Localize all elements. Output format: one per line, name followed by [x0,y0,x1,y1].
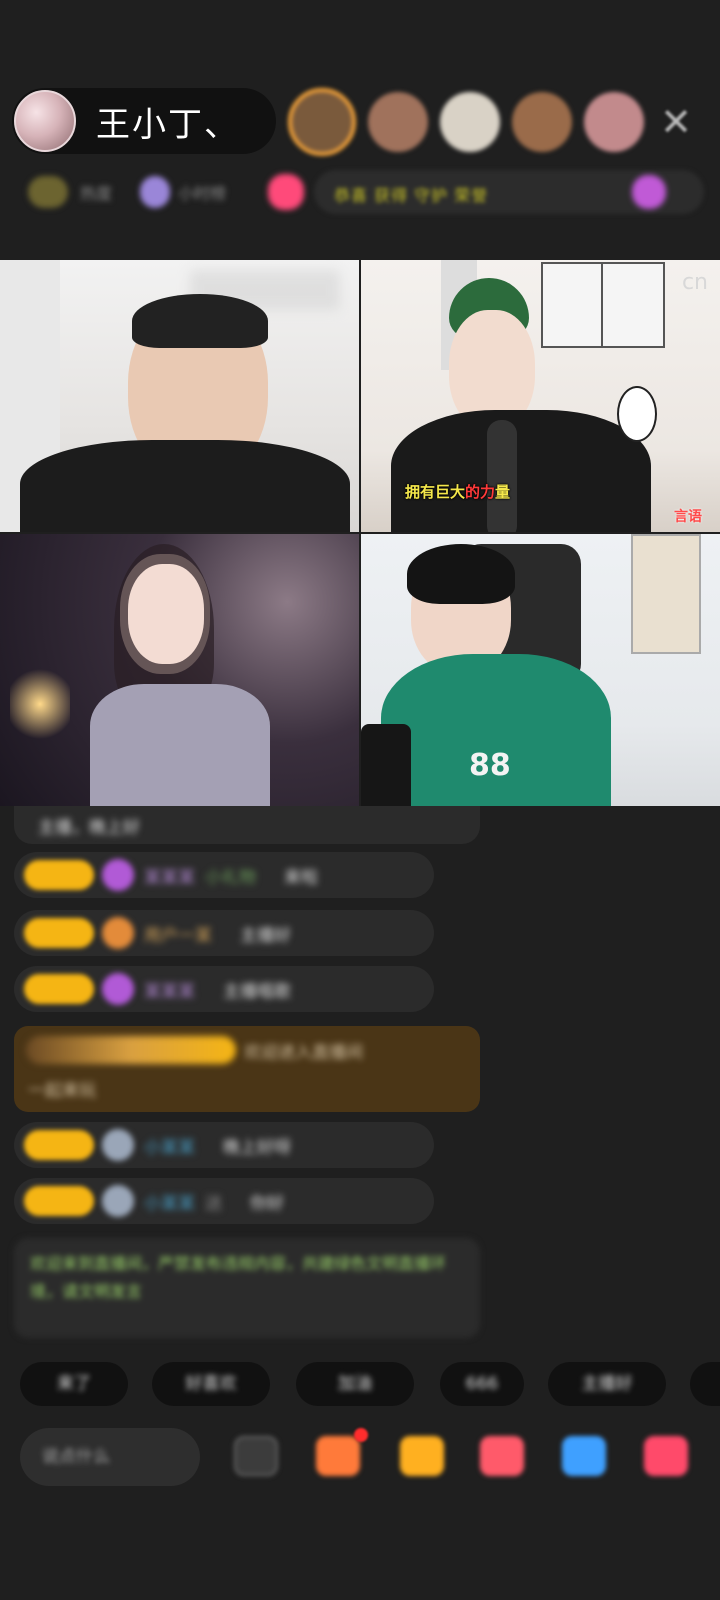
chat-username[interactable]: 某某某 [144,977,195,1002]
viewer-avatar-list [288,88,644,156]
level-badge [24,974,94,1004]
chat-message[interactable]: 某某某 小礼物 来啦 [14,852,434,898]
viewer-avatar[interactable] [512,92,572,152]
fan-gem-icon [102,917,134,949]
fan-gem-icon [102,1129,134,1161]
special-line-1: 欢迎进入直播间 [244,1043,363,1063]
info-bar: 热度 小时榜 恭喜 获得 守护 荣誉 [20,170,704,214]
chat-gift-text: 小礼物 [205,867,256,888]
special-line-2: 一起来玩 [28,1081,96,1101]
chat-gift-text: 送 [205,1193,222,1214]
rank-label: 小时榜 [178,184,227,203]
level-badge [24,918,94,948]
quick-reply-button[interactable]: 主播好 [548,1362,666,1406]
notification-dot [354,1428,368,1442]
video-cell-2[interactable]: cn 拥有巨大的力量 言语 [361,260,720,532]
viewer-avatar[interactable] [368,92,428,152]
host-info-pill[interactable]: 王小丁、 [12,88,276,154]
chat-message-top[interactable]: 主播，晚上好 [14,806,480,844]
viewer-avatar[interactable] [584,92,644,152]
viewer-avatar[interactable] [440,92,500,152]
rank-icon[interactable] [140,176,170,208]
chat-username[interactable]: 小某某 [144,1189,195,1214]
chat-text: 晚上好呀 [223,1137,291,1158]
heat-badge[interactable] [28,176,68,208]
bottom-toolbar: 说点什么 [0,1424,720,1488]
fan-gem-icon [102,973,134,1005]
fan-gem-icon [102,859,134,891]
gift-box-icon[interactable] [316,1436,360,1476]
gift-bag-icon[interactable] [400,1436,444,1476]
banner-text: 恭喜 获得 守护 荣誉 [334,186,489,205]
chat-text: 主播，晚上好 [38,817,140,838]
streamer-name-tag: 言语 [674,509,702,525]
chat-username[interactable]: 用户一某 [144,921,212,946]
quick-reply-button[interactable]: 好喜欢 [152,1362,270,1406]
heat-label: 热度 [80,184,113,203]
quick-reply-bar: 来了 好喜欢 加油 666 主播好 [20,1362,720,1408]
chat-text: 你好 [250,1193,284,1214]
chat-message[interactable]: 小某某 送 你好 [14,1178,434,1224]
host-avatar[interactable] [14,90,76,152]
special-badges [26,1036,236,1064]
lyric-subtitle: 拥有巨大的力量 [405,483,511,501]
host-name: 王小丁、 [96,104,240,145]
level-badge [24,1130,94,1160]
chat-username[interactable]: 小某某 [144,1133,195,1158]
chat-text: 来啦 [284,867,318,888]
chat-text: 主播好 [240,925,291,946]
chat-message[interactable]: 某某某 主播唱歌 [14,966,434,1012]
level-badge [24,860,94,890]
chat-message[interactable]: 用户一某 主播好 [14,910,434,956]
chat-text: 主播唱歌 [223,981,291,1002]
level-badge [24,1186,94,1216]
viewer-avatar[interactable] [288,88,356,156]
platform-watermark: cn [681,270,708,295]
video-cell-1[interactable] [0,260,359,532]
fan-gem-icon [102,1185,134,1217]
quick-reply-button[interactable]: 来了 [20,1362,128,1406]
quick-reply-button[interactable]: 加油 [296,1362,414,1406]
emoji-icon[interactable] [234,1436,278,1476]
close-icon[interactable]: ✕ [654,100,698,144]
chat-message[interactable]: 小某某 晚上好呀 [14,1122,434,1168]
chat-special-message[interactable]: 欢迎进入直播间 一起来玩 [14,1026,480,1112]
chat-username[interactable]: 某某某 [144,863,195,888]
quick-reply-button[interactable]: 666 [440,1362,524,1406]
jersey-number: 88 [469,748,511,783]
system-notice: 欢迎来到直播间，严禁发布违规内容，共建绿色文明直播环境，请文明发言 [14,1238,480,1338]
banner-avatar[interactable] [632,175,666,209]
say-something-input[interactable]: 说点什么 [20,1428,200,1486]
video-grid: cn 拥有巨大的力量 言语 88 [0,260,720,806]
more-icon[interactable] [644,1436,688,1476]
video-cell-4[interactable]: 88 [361,534,720,806]
game-icon[interactable] [562,1436,606,1476]
quick-reply-button[interactable] [690,1362,720,1406]
video-cell-3[interactable] [0,534,359,806]
gift-rank-icon[interactable] [268,174,304,210]
red-packet-icon[interactable] [480,1436,524,1476]
